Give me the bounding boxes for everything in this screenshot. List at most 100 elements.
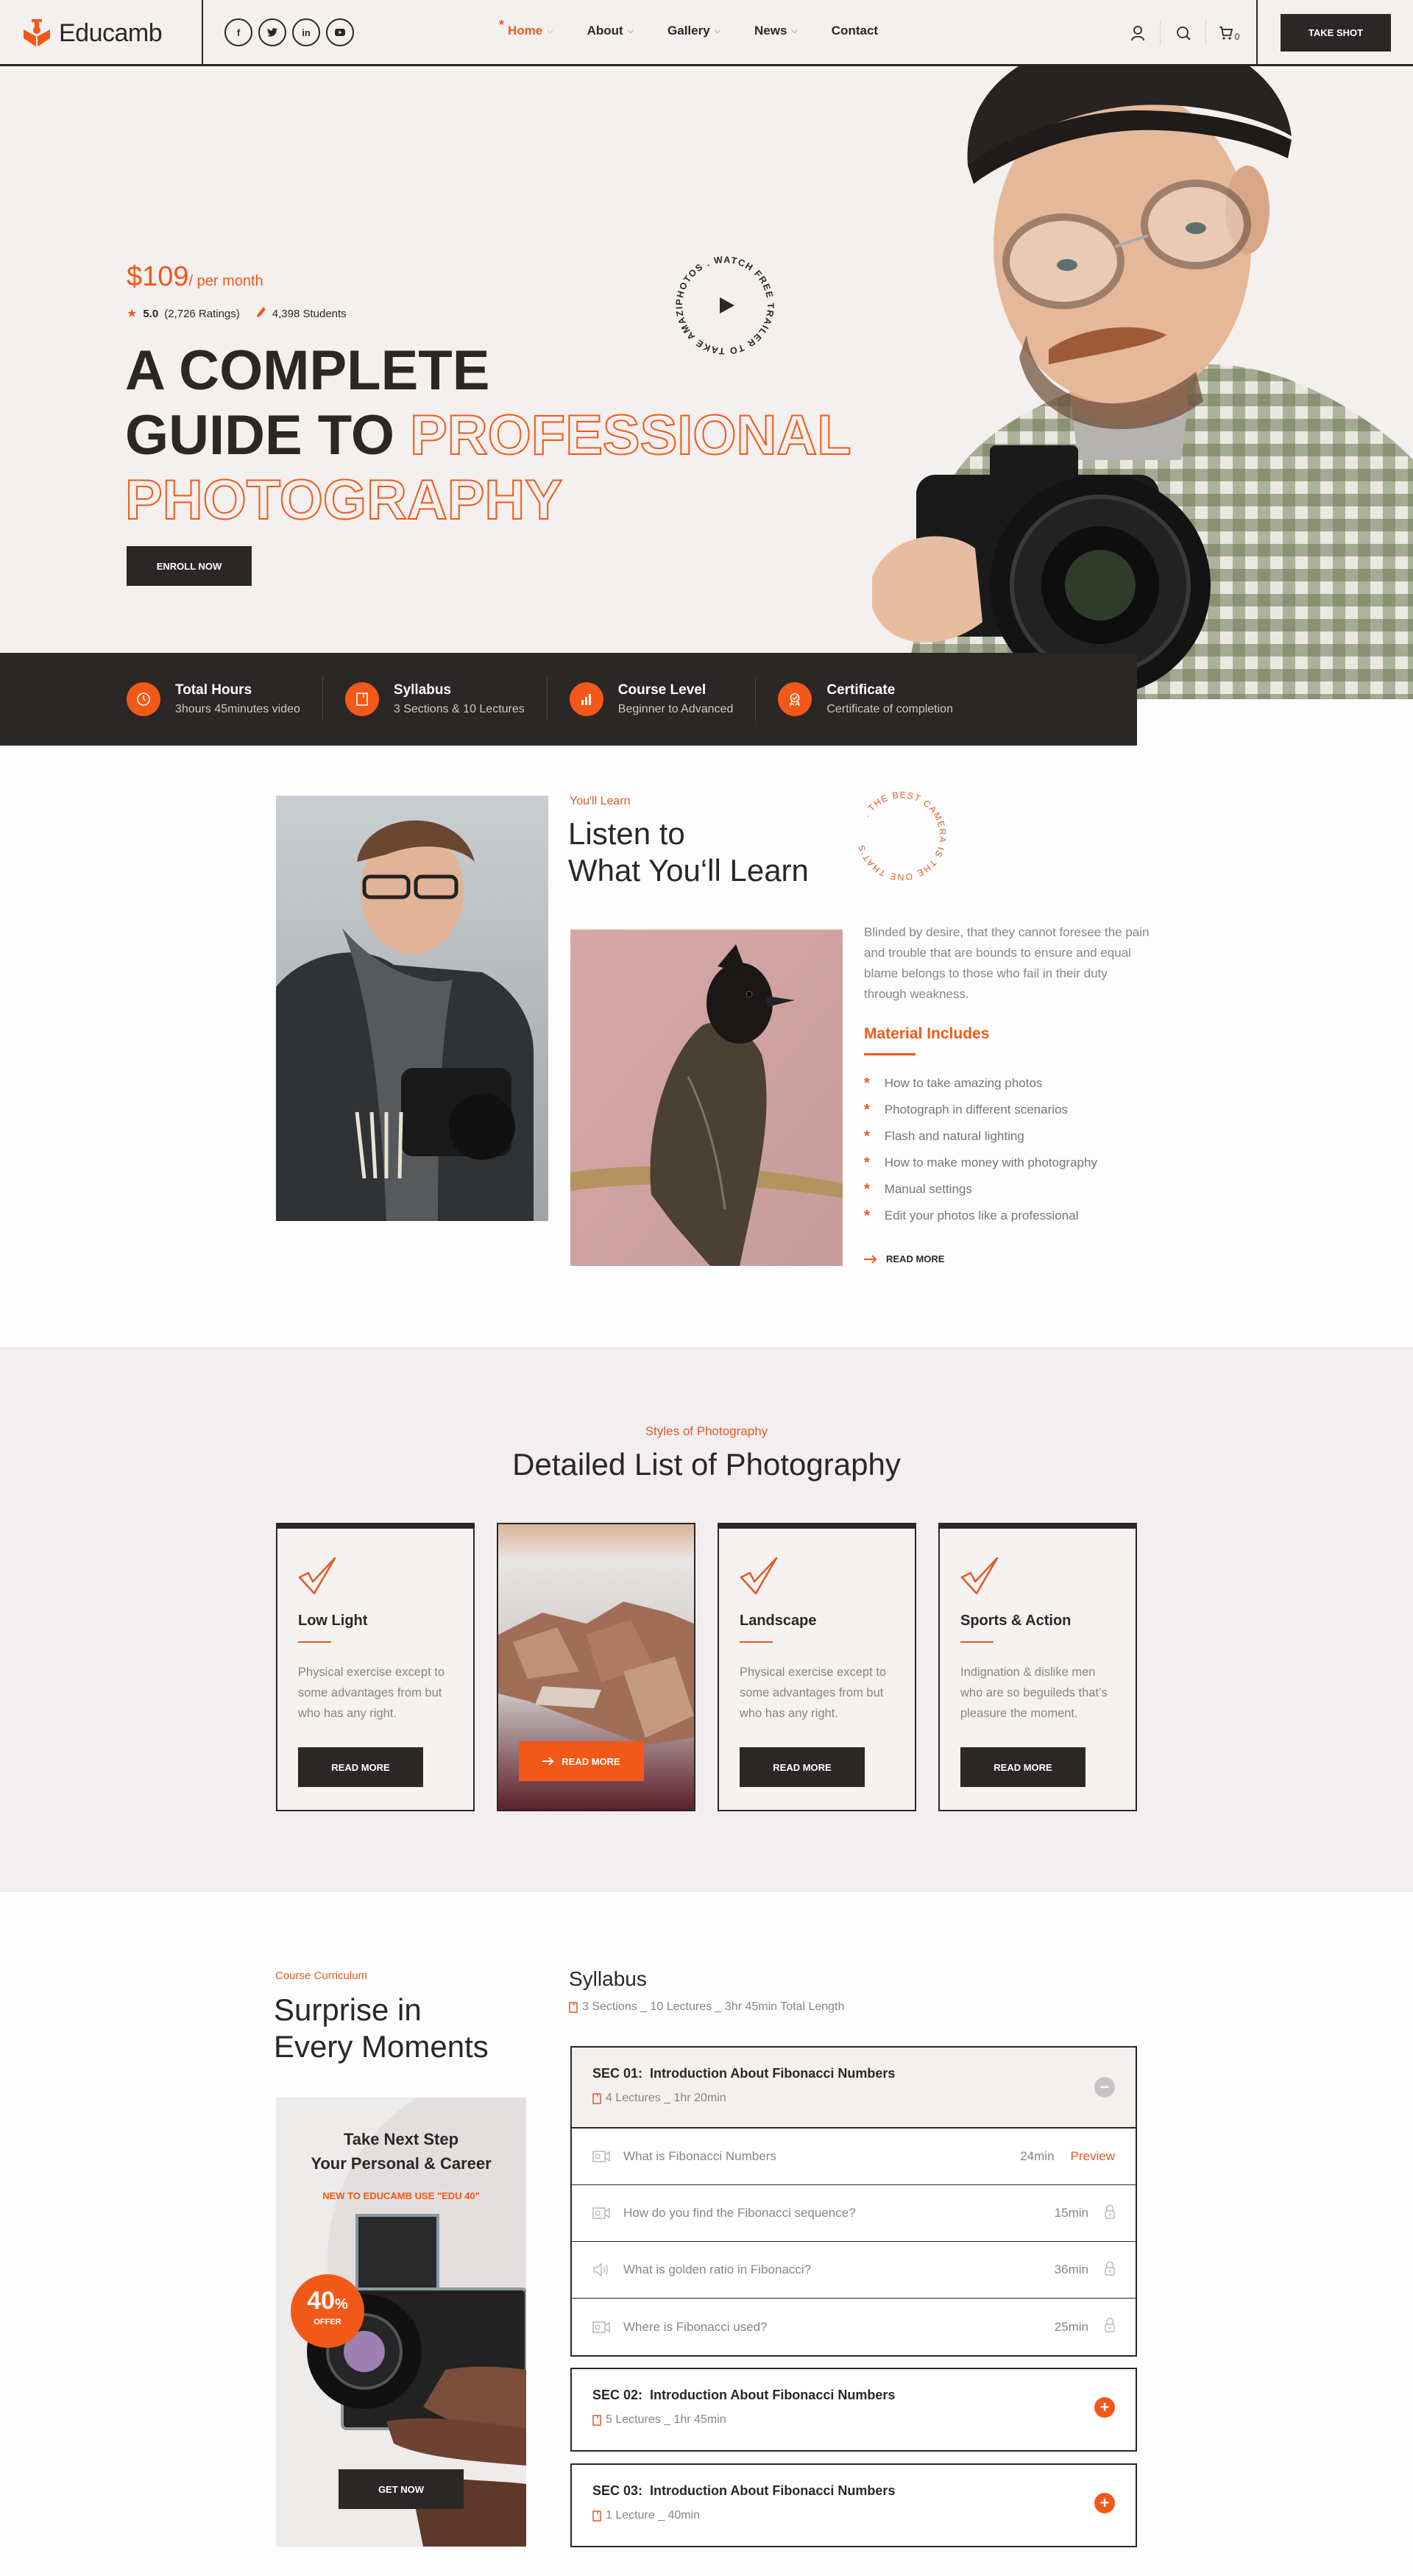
enroll-now-button[interactable]: ENROLL NOW <box>127 546 252 586</box>
search-icon[interactable] <box>1161 21 1206 46</box>
materials-list: * How to take amazing photos * Photograph … <box>864 1070 1097 1229</box>
arrow-right-icon <box>864 1254 877 1264</box>
card-underline <box>298 1641 331 1643</box>
graduate-book-icon <box>24 19 50 47</box>
syllabus-meta-text: 3 Sections _ 10 Lectures _ 3hr 45min Tot… <box>582 2000 845 2013</box>
curriculum-title-line1: Surprise in <box>274 1992 422 2027</box>
card-button-label: READ MORE <box>562 1755 620 1767</box>
clock-icon <box>127 682 160 716</box>
twitter-icon[interactable] <box>258 18 286 46</box>
learn-read-more-link[interactable]: READ MORE <box>864 1253 944 1264</box>
stat-syllabus: Syllabus 3 Sections & 10 Lectures <box>344 677 548 721</box>
lesson-title[interactable]: Where is Fibonacci used? <box>623 2320 1055 2335</box>
nav-about[interactable]: About ⌵ <box>587 24 634 38</box>
youtube-icon[interactable] <box>326 18 354 46</box>
price-period: / per month <box>188 273 263 289</box>
card-description: Indignation & dislike men who are so beg… <box>960 1666 1108 1720</box>
nav-news-label: News <box>754 24 787 38</box>
section-header[interactable]: SEC 02: Introduction About Fibonacci Numb… <box>572 2369 1136 2450</box>
star-icon: ★ <box>127 308 138 320</box>
nav-news[interactable]: News ⌵ <box>754 24 798 38</box>
card-description: Physical exercise except to some advanta… <box>298 1666 445 1720</box>
card-read-more-button[interactable]: READ MORE <box>519 1741 644 1781</box>
expand-plus-icon[interactable]: + <box>1094 2493 1115 2513</box>
card-read-more-button[interactable]: READ MORE <box>298 1747 423 1787</box>
brand-name: Educamb <box>59 18 163 47</box>
material-item: * How to make money with photography <box>864 1150 1097 1176</box>
expand-plus-icon[interactable]: + <box>1094 2397 1115 2418</box>
hero-title-outline-1: PROFESSIONAL <box>409 403 852 467</box>
cart-button[interactable]: 0 <box>1206 21 1252 46</box>
section-number: SEC 01: <box>592 2066 643 2081</box>
photographer-scarf-image <box>276 796 548 1221</box>
stat-certificate: Certificate Certificate of completion <box>778 677 975 721</box>
video-icon <box>592 2151 612 2162</box>
linkedin-icon[interactable]: in <box>292 18 320 46</box>
promo-code: NEW TO EDUCAMB USE "EDU 40" <box>322 2190 480 2201</box>
hero-title-line2: GUIDE TO <box>125 404 394 467</box>
material-item: * How to take amazing photos <box>864 1070 1097 1097</box>
cart-icon <box>1219 26 1233 40</box>
section-title: Introduction About Fibonacci Numbers <box>650 2483 896 2498</box>
card-title: Low Light <box>298 1613 368 1629</box>
header-actions: 0 <box>1115 21 1252 46</box>
facebook-icon[interactable]: f <box>224 18 252 46</box>
material-text: How to take amazing photos <box>884 1076 1043 1090</box>
promo-title-line1: Take Next Step <box>343 2130 459 2148</box>
price-amount: $109 <box>127 261 189 292</box>
play-icon <box>720 297 734 314</box>
pencil-icon <box>256 306 266 321</box>
section-title: Introduction About Fibonacci Numbers <box>650 2066 896 2081</box>
book-icon <box>592 2414 601 2426</box>
get-now-button[interactable]: GET NOW <box>339 2469 464 2509</box>
watch-trailer-button[interactable]: PHOTOS . WATCH FREE TRAILER TO TAKE AMAZ… <box>665 242 780 361</box>
learn-eyebrow-text: You'll Learn <box>570 795 631 807</box>
quote-circular-text: . THE BEST CAMERA IS THE ONE THAT'S WITH <box>849 780 947 882</box>
stat-title: Course Level <box>617 682 706 698</box>
section-meta: 1 Lecture _ 40min <box>606 2509 701 2522</box>
syllabus-meta: 3 Sections _ 10 Lectures _ 3hr 45min Tot… <box>569 2000 844 2014</box>
style-card-photo: READ MORE <box>497 1523 695 1811</box>
card-read-more-button[interactable]: READ MORE <box>740 1747 865 1787</box>
nav-contact[interactable]: Contact <box>832 24 878 38</box>
stat-value: 3hours 45minutes video <box>175 703 300 715</box>
card-read-more-button[interactable]: READ MORE <box>960 1747 1086 1787</box>
social-links: f in <box>224 18 354 46</box>
user-icon[interactable] <box>1115 21 1161 46</box>
curriculum-title-line2: Every Moments <box>274 2029 489 2064</box>
card-underline <box>740 1641 773 1643</box>
section-meta: 4 Lectures _ 1hr 20min <box>606 2092 726 2104</box>
promo-title: Take Next Step Your Personal & Career <box>276 2127 526 2176</box>
styles-eyebrow-text: Styles of Photography <box>645 1424 768 1438</box>
asterisk-icon: * <box>864 1128 870 1144</box>
style-card-sports-action: Sports & Action Indignation & dislike me… <box>938 1523 1137 1811</box>
materials-title: Material Includes <box>864 1025 990 1042</box>
material-item: * Flash and natural lighting <box>864 1123 1097 1150</box>
nav-home[interactable]: * Home ⌵ <box>499 18 553 38</box>
take-shot-button[interactable]: TAKE SHOT <box>1281 14 1391 52</box>
material-item: * Photograph in different scenarios <box>864 1097 1097 1123</box>
lesson-duration: 36min <box>1054 2262 1088 2276</box>
card-title: Landscape <box>740 1613 817 1629</box>
card-title: Sports & Action <box>960 1613 1072 1629</box>
nav-contact-label: Contact <box>831 24 879 38</box>
chevron-down-icon: ⌵ <box>791 26 798 35</box>
lesson-title[interactable]: What is golden ratio in Fibonacci? <box>623 2262 1055 2277</box>
collapse-minus-icon[interactable]: − <box>1094 2077 1115 2098</box>
lesson-title[interactable]: What is Fibonacci Numbers <box>623 2149 1020 2164</box>
card-description: Physical exercise except to some advanta… <box>740 1666 887 1720</box>
section-header[interactable]: SEC 01: Introduction About Fibonacci Numb… <box>572 2048 1136 2129</box>
learn-title-line1: Listen to <box>568 816 685 851</box>
logo[interactable]: Educamb <box>22 16 163 50</box>
style-card-low-light: Low Light Physical exercise except to so… <box>276 1523 475 1811</box>
lesson-title[interactable]: How do you find the Fibonacci sequence? <box>623 2206 1055 2221</box>
offer-label: OFFER <box>314 2318 341 2326</box>
style-card-landscape: Landscape Physical exercise except to so… <box>718 1523 916 1811</box>
bar-chart-icon <box>569 682 603 716</box>
learn-title-line2: What You‘ll Learn <box>568 853 809 888</box>
styles-eyebrow: Styles of Photography <box>0 1424 1413 1439</box>
learn-eyebrow: You'll Learn <box>570 795 631 808</box>
section-header[interactable]: SEC 03: Introduction About Fibonacci Numb… <box>572 2465 1136 2546</box>
nav-gallery[interactable]: Gallery ⌵ <box>667 24 720 38</box>
lesson-preview-link[interactable]: Preview <box>1071 2149 1115 2164</box>
